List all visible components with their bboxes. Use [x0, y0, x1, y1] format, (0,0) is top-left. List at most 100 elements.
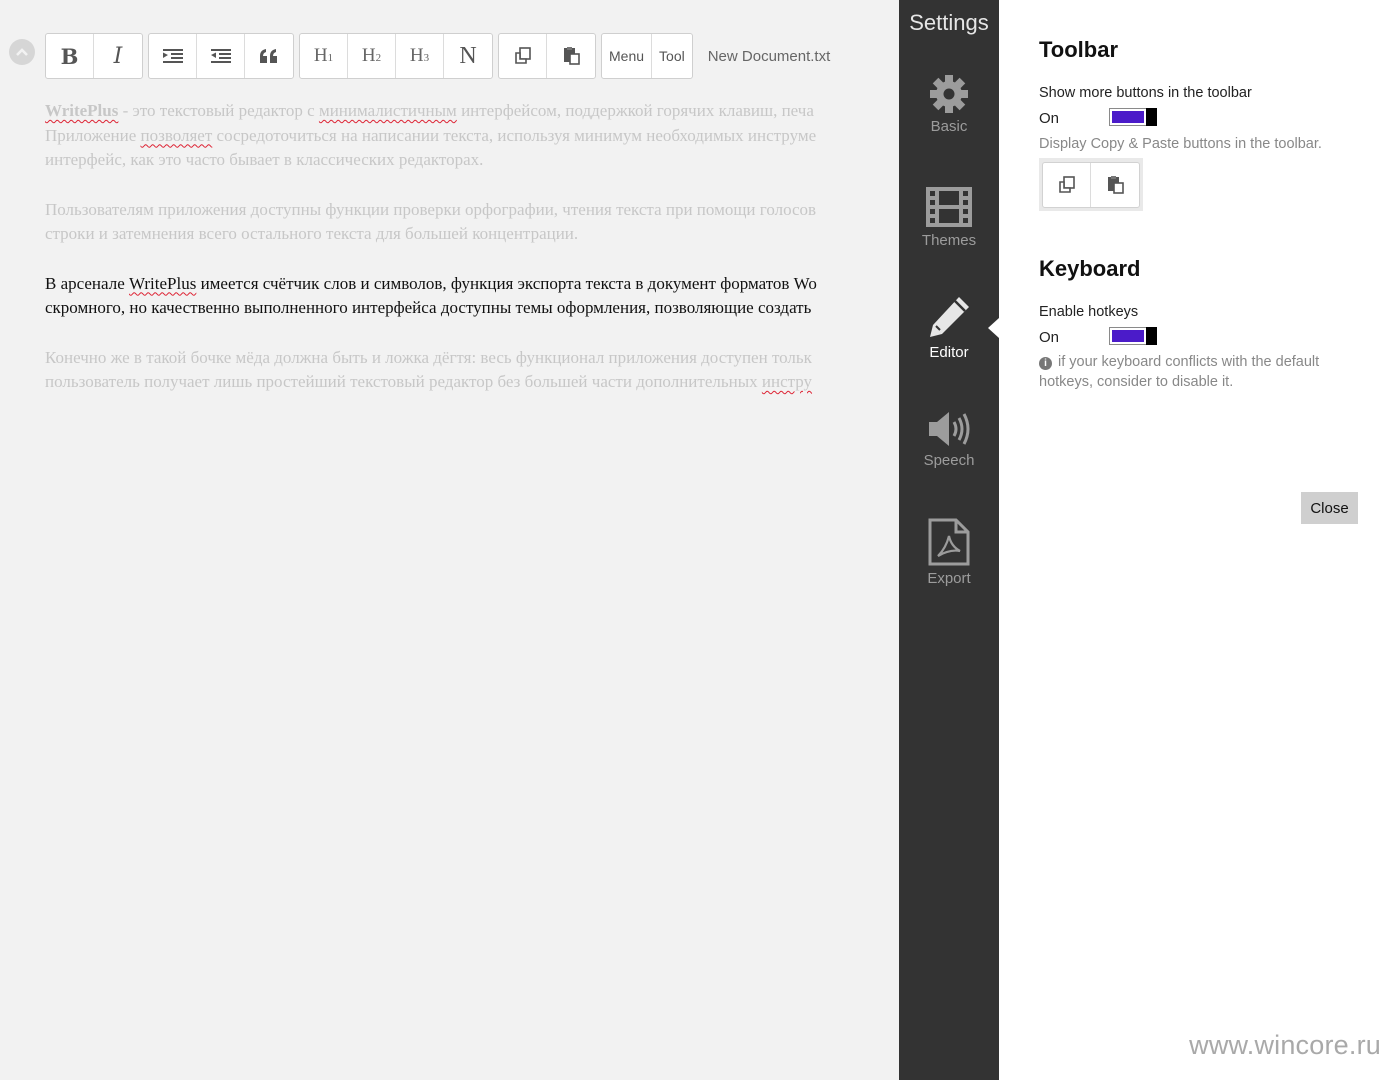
outdent-button[interactable] [197, 34, 245, 78]
indent-icon [162, 49, 183, 63]
active-pointer [988, 318, 999, 338]
paste-icon [1108, 175, 1124, 194]
text-run: пользователь получает лишь простейший те… [45, 372, 762, 391]
gear-icon [930, 75, 968, 113]
document-name: New Document.txt [707, 47, 831, 65]
nav-label: Basic [930, 118, 968, 135]
menu-button[interactable]: Menu [602, 34, 653, 78]
pdf-icon [928, 518, 970, 566]
toolbar-section-title: Toolbar [1039, 37, 1119, 62]
outdent-icon [210, 49, 231, 63]
text-run: Пользователям приложения доступны функци… [45, 199, 817, 219]
text-run: скромного, но качественно выполненного и… [45, 298, 812, 317]
hint-text: if your keyboard conflicts with the defa… [1039, 354, 1320, 390]
menu-tool-group: Menu Tool [601, 33, 693, 79]
text-run: В арсенале [45, 273, 130, 293]
clipboard-group [498, 33, 596, 79]
toggle-fill [1112, 330, 1144, 342]
nav-label: Themes [921, 232, 977, 249]
heading3-button[interactable]: H3 [396, 34, 444, 78]
preview-copy-button [1043, 162, 1091, 207]
bold-button[interactable]: B [46, 34, 94, 78]
text-run: строки и затемнения всего остального тек… [45, 224, 579, 243]
normal-text-button[interactable]: N [444, 34, 492, 78]
editor-area: B I H1 H2 H3 N Menu Tool New Document.tx… [0, 0, 899, 1080]
nav-item-export[interactable]: Export [899, 518, 999, 618]
text-run: интерфейсом, поддержкой горячих клавиш, … [456, 101, 814, 120]
copy-paste-preview [1039, 158, 1143, 211]
italic-button[interactable]: I [94, 34, 142, 78]
heading1-level: 1 [327, 52, 334, 64]
text-run: имеется счётчик слов и символов, функция… [196, 273, 817, 293]
heading1-button[interactable]: H1 [300, 34, 348, 78]
preview-paste-button [1091, 163, 1139, 207]
heading-group: H1 H2 H3 N [299, 33, 493, 79]
enable-hotkeys-toggle[interactable] [1109, 327, 1157, 345]
enable-hotkeys-label: Enable hotkeys [1039, 304, 1139, 320]
copy-icon [514, 47, 531, 64]
settings-title: Settings [909, 10, 989, 35]
paste-icon [564, 47, 580, 65]
editor-toolbar: B I H1 H2 H3 N Menu Tool New Document.tx… [45, 33, 830, 79]
show-more-buttons-toggle[interactable] [1109, 108, 1157, 126]
copy-button[interactable] [499, 34, 547, 78]
toggle-knob [1146, 108, 1157, 126]
info-icon: i [1039, 357, 1052, 370]
paragraph-3-focused: В арсенале WritePlus имеется счётчик сло… [45, 272, 899, 321]
keyboard-section-title: Keyboard [1039, 256, 1141, 281]
text-run: Конечно же в такой бочке мёда должна быт… [45, 347, 812, 367]
watermark: www.wincore.ru [1189, 1030, 1381, 1060]
paragraph-4: Конечно же в такой бочке мёда должна быт… [45, 346, 899, 395]
heading3-level: 3 [423, 52, 430, 64]
paragraph-group [148, 33, 294, 79]
quote-button[interactable] [245, 34, 293, 78]
toggle-knob [1146, 327, 1157, 345]
hotkeys-hint: i if your keyboard conflicts with the de… [1039, 352, 1359, 392]
tool-button[interactable]: Tool [652, 34, 692, 78]
nav-item-speech[interactable]: Speech [899, 410, 999, 510]
close-button[interactable]: Close [1301, 492, 1358, 524]
misspelled-word: WritePlus [45, 101, 119, 120]
toolbar-description: Display Copy & Paste buttons in the tool… [1039, 136, 1322, 152]
text-run: интерфейс, как это часто бывает в класси… [45, 150, 484, 169]
misspelled-word: минималистичным [318, 101, 457, 120]
speaker-icon [929, 412, 970, 446]
misspelled-word: инстру [761, 372, 813, 391]
misspelled-word: WritePlus [129, 273, 197, 293]
text-run: сосредоточиться на написании текста, исп… [212, 125, 817, 145]
toggle-fill [1112, 111, 1144, 123]
format-group: B I [45, 33, 143, 79]
indent-button[interactable] [149, 34, 197, 78]
heading1-glyph: H [313, 45, 328, 66]
paragraph-1: WritePlus - это текстовый редактор с мин… [45, 99, 899, 173]
film-icon [926, 187, 972, 227]
pencil-icon [930, 297, 969, 337]
heading3-glyph: H [409, 45, 424, 66]
nav-item-themes[interactable]: Themes [899, 186, 999, 286]
nav-label: Editor [929, 344, 969, 361]
heading2-level: 2 [375, 52, 382, 64]
text-run: Приложение [45, 125, 141, 145]
normal-glyph: N [459, 42, 477, 69]
nav-label: Speech [923, 452, 975, 469]
bold-glyph: B [60, 43, 79, 69]
hotkeys-toggle-state: On [1039, 329, 1060, 346]
scroll-up-button[interactable] [9, 39, 35, 65]
misspelled-word: позволяет [140, 125, 213, 145]
italic-glyph: I [113, 43, 123, 69]
show-more-buttons-label: Show more buttons in the toolbar [1039, 85, 1252, 101]
paste-button[interactable] [547, 34, 595, 78]
quote-icon [260, 49, 277, 63]
nav-item-basic[interactable]: Basic [899, 74, 999, 174]
copy-icon [1058, 175, 1075, 193]
chevron-up-icon [16, 48, 28, 56]
settings-panel: Toolbar Show more buttons in the toolbar… [999, 0, 1398, 1080]
settings-nav: Settings Basic Themes Editor Speech Expo… [899, 0, 999, 1080]
nav-label: Export [927, 570, 971, 587]
document-text[interactable]: WritePlus - это текстовый редактор с мин… [45, 99, 899, 420]
text-run: - это текстовый редактор с [118, 101, 319, 120]
heading2-button[interactable]: H2 [348, 34, 396, 78]
toolbar-toggle-state: On [1039, 110, 1060, 127]
paragraph-2: Пользователям приложения доступны функци… [45, 198, 899, 247]
nav-item-editor[interactable]: Editor [899, 294, 999, 394]
